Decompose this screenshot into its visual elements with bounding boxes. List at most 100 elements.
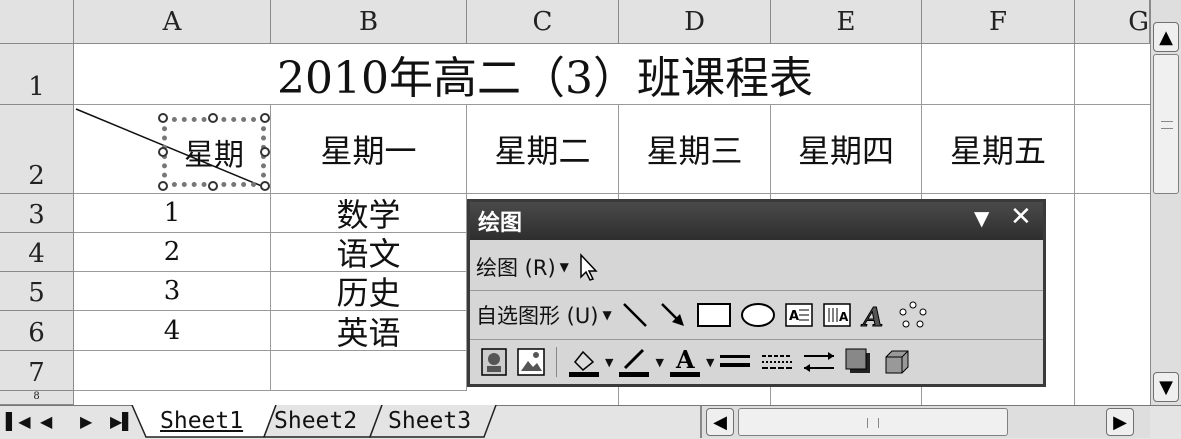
resize-handle[interactable] [158,113,168,123]
resize-handle[interactable] [260,181,270,191]
chevron-down-icon[interactable]: ▼ [706,356,714,369]
cell-g1[interactable] [1075,44,1150,105]
scroll-down-button[interactable]: ▼ [1153,372,1179,402]
3d-style-icon[interactable] [882,347,912,377]
resize-handle[interactable] [260,147,270,157]
close-icon[interactable]: ✕ [1010,202,1032,232]
row-header-2[interactable]: 2 [0,105,74,194]
toolbar-title: 绘图 [478,211,523,236]
tab-nav-prev[interactable]: ◀ [40,412,52,431]
cell-a2[interactable]: 星期 [74,105,271,194]
cell-e2[interactable]: 星期四 [771,105,922,194]
tab-sheet3[interactable]: Sheet3 [388,408,471,434]
resize-handle[interactable] [158,181,168,191]
cell-b4[interactable]: 语文 [271,233,467,273]
arrow-style-icon[interactable] [802,347,836,377]
rectangle-icon[interactable] [696,300,732,330]
cell-a6[interactable]: 4 [74,311,271,351]
wordart-icon[interactable]: A [860,300,890,331]
cell-b3[interactable]: 数学 [271,194,467,234]
cell-b2[interactable]: 星期一 [271,105,467,194]
row-header-8[interactable]: 8 [0,391,74,405]
picture-icon[interactable] [516,347,546,377]
cell-b1-e1-merged[interactable]: 2010年高二（3）班课程表 [271,44,922,105]
select-objects-icon[interactable] [577,253,599,281]
cell-b6[interactable]: 英语 [271,311,467,352]
toolbar-options-icon[interactable]: ▼ [974,206,989,230]
font-color-icon[interactable]: A [668,346,702,378]
scroll-right-button[interactable]: ▶ [1106,408,1134,436]
column-header-c[interactable]: C [467,0,619,44]
corner-label: 星期 [184,138,244,173]
select-all-corner[interactable] [0,0,74,44]
tab-nav-next[interactable]: ▶ [80,412,92,431]
dash-style-icon[interactable] [760,347,794,377]
column-header-d[interactable]: D [619,0,771,44]
cell-b7[interactable] [271,351,467,391]
drawing-toolbar[interactable]: 绘图 ▼ ✕ 绘图 (R) ▼ 自选图形 (U) ▼ A A A ▼ ▼ A ▼ [467,199,1046,387]
resize-handle[interactable] [260,113,270,123]
cell-f1[interactable] [922,44,1075,105]
horizontal-scrollbar[interactable]: ◀ ▶ [700,406,1150,438]
cell-a7[interactable] [74,351,271,391]
draw-menu[interactable]: 绘图 (R) [476,252,556,282]
line-icon[interactable] [620,300,650,330]
page-title: 2010年高二（3）班课程表 [277,53,813,104]
row-header-6[interactable]: 6 [0,311,74,351]
svg-text:A: A [789,309,799,324]
scroll-up-button[interactable]: ▲ [1153,22,1179,52]
cell-g2[interactable] [1075,105,1150,194]
row-header-5[interactable]: 5 [0,272,74,311]
vertical-scroll-thumb[interactable] [1153,54,1179,194]
vertical-text-box-icon[interactable]: A [822,300,852,330]
resize-handle[interactable] [208,113,218,123]
horizontal-scroll-thumb[interactable] [738,408,1008,436]
svg-text:A: A [860,303,883,330]
oval-icon[interactable] [740,300,776,330]
selected-textbox[interactable]: 星期 [162,117,266,187]
row-header-1[interactable]: 1 [0,44,74,105]
row-header-7[interactable]: 7 [0,351,74,391]
resize-handle[interactable] [208,181,218,191]
chevron-down-icon[interactable]: ▼ [605,356,613,369]
tab-sheet1[interactable]: Sheet1 [160,408,243,434]
tab-sheet2[interactable]: Sheet2 [274,408,357,434]
row-header-3[interactable]: 3 [0,194,74,233]
chevron-down-icon[interactable]: ▼ [602,308,611,322]
line-style-icon[interactable] [718,347,752,377]
fill-color-icon[interactable] [567,346,601,378]
cell-b5[interactable]: 历史 [271,272,467,312]
line-color-icon[interactable] [617,346,651,378]
toolbar-titlebar[interactable]: 绘图 ▼ ✕ [470,202,1043,240]
cell-f2[interactable]: 星期五 [922,105,1075,194]
cell-a1[interactable] [74,44,271,105]
chevron-down-icon[interactable]: ▼ [560,260,569,274]
toolbar-row-shapes: 自选图形 (U) ▼ A A A [476,295,932,335]
toolbar-row-draw: 绘图 (R) ▼ [476,248,603,286]
cell-a4[interactable]: 2 [74,233,271,272]
column-header-f[interactable]: F [922,0,1075,44]
tab-nav-first[interactable]: ▌◀ [6,412,31,431]
svg-text:A: A [675,346,695,374]
autoshapes-menu[interactable]: 自选图形 (U) [476,300,598,330]
arrow-icon[interactable] [658,300,688,330]
cell-a3[interactable]: 1 [74,194,271,233]
cell-d2[interactable]: 星期三 [619,105,771,194]
column-header-b[interactable]: B [271,0,467,44]
text-box-icon[interactable]: A [784,300,814,330]
chevron-down-icon[interactable]: ▼ [655,356,663,369]
diagram-icon[interactable] [898,300,928,330]
column-header-g[interactable]: G [1075,0,1150,44]
column-header-a[interactable]: A [74,0,271,44]
separator [556,347,557,377]
column-header-e[interactable]: E [771,0,922,44]
cell-a5[interactable]: 3 [74,272,271,311]
row-header-4[interactable]: 4 [0,233,74,272]
clip-art-icon[interactable] [480,347,508,377]
resize-handle[interactable] [158,147,168,157]
shadow-style-icon[interactable] [844,347,874,377]
scroll-left-button[interactable]: ◀ [706,408,734,436]
cell-c2[interactable]: 星期二 [467,105,619,194]
svg-text:A: A [839,310,849,324]
vertical-scrollbar[interactable]: ▲ ▼ [1150,0,1181,405]
